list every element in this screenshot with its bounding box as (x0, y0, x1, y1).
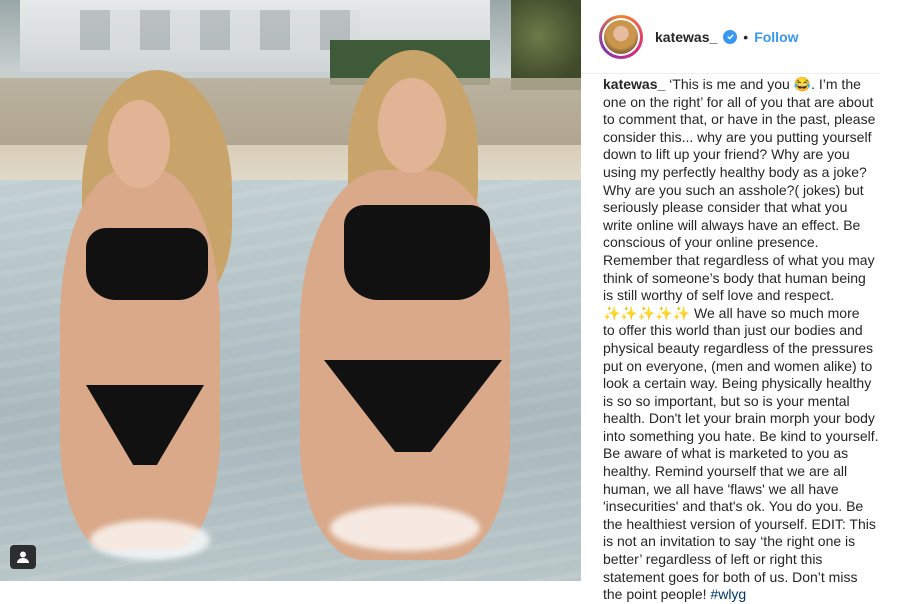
avatar-image (604, 19, 638, 54)
caption-line: write online will always have an effect.… (603, 216, 861, 233)
background-tree (511, 0, 581, 90)
caption-line: ✨✨✨✨✨ We all have so much more (603, 304, 860, 321)
caption-line: is still worthy of self love and respect… (603, 287, 835, 304)
caption-line: down to lift up your friend? Why are you (603, 146, 850, 163)
caption-line: one on the right’ for all of you that ar… (603, 93, 874, 110)
left-person-top (86, 228, 208, 300)
caption-line: physical beauty regardless of the pressu… (603, 339, 874, 356)
caption-line: is not an invitation to say ‘the right o… (603, 533, 856, 550)
caption-line: 'insecurities' and that's ok. You do you… (603, 498, 864, 515)
caption-line: to offer this world than just our bodies… (603, 322, 863, 339)
right-person-face (378, 78, 446, 173)
person-tag-icon[interactable] (10, 545, 36, 569)
caption-line: the point people! (603, 586, 707, 603)
caption-line: put on everyone, (men and women alike) t… (603, 357, 873, 374)
caption-username[interactable]: katewas_ (603, 76, 665, 92)
caption-line: to comment that, or have in the past, pl… (603, 111, 876, 128)
left-person-body (60, 170, 220, 550)
caption-line: look a certain way. Being physically hea… (603, 375, 872, 392)
left-person-face (108, 100, 170, 188)
verified-badge-icon (723, 29, 738, 44)
caption-line: better’ regardless of left or right this (603, 551, 823, 568)
header-username[interactable]: katewas_ (655, 29, 717, 45)
caption-line: consider this... why are you putting you… (603, 128, 872, 145)
caption-line: healthy. Remind yourself that we are all (603, 463, 848, 480)
caption-line: statement goes for both of us. Don’t mis… (603, 568, 858, 585)
post-sidebar: katewas_ • Follow katewas_ ‘This is me a… (581, 0, 900, 604)
caption-line: Why are you such an asshole?( jokes) but (603, 181, 864, 198)
hashtag-link[interactable]: #wlyg (710, 586, 746, 602)
right-person-top (344, 205, 490, 300)
water-splash (330, 505, 480, 551)
caption-line: think of someone’s body that human being (603, 269, 866, 286)
avatar[interactable] (599, 14, 643, 59)
caption-line: Be aware of what is marketed to you as (603, 445, 849, 462)
post-header: katewas_ • Follow (581, 0, 881, 74)
caption-line: seriously please consider that what you (603, 199, 848, 216)
background-wall (0, 78, 581, 148)
caption-line: into something you hate. Be kind to your… (603, 427, 879, 444)
separator-dot: • (743, 28, 749, 45)
caption-line: is so so important, but so is your menta… (603, 392, 850, 409)
caption-line: conscious of your online presence. (603, 234, 819, 251)
person-tag-icon-glyph (17, 551, 29, 563)
caption-line: human, we all have 'flaws' we all have (603, 480, 839, 497)
caption-line: Remember that regardless of what you may (603, 251, 875, 268)
caption-line: using my perfectly healthy body as a jok… (603, 163, 867, 180)
post-photo[interactable] (0, 0, 581, 581)
caption-line: the healthiest version of yourself. EDIT… (603, 515, 876, 532)
caption-line: health. Don't let your brain morph your … (603, 410, 875, 427)
follow-button[interactable]: Follow (754, 29, 798, 45)
post-caption: katewas_ ‘This is me and you 😂. I’m the … (603, 76, 883, 604)
water-splash (90, 520, 210, 560)
caption-line: ‘This is me and you 😂. I’m the (669, 76, 861, 92)
